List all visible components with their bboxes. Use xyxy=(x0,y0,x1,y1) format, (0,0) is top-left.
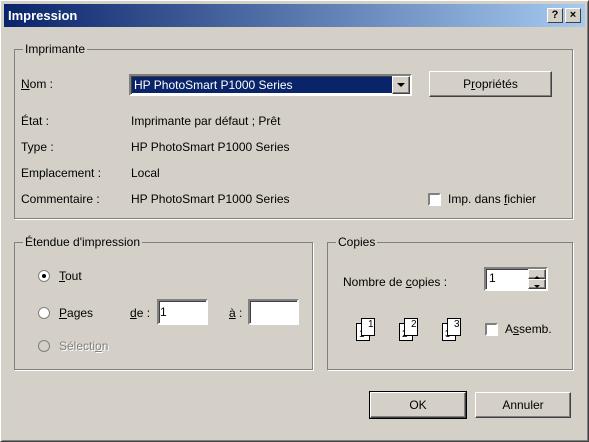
copy-count-spinner[interactable]: 1 xyxy=(484,267,548,291)
selection-radio xyxy=(38,340,50,352)
to-label: à : xyxy=(229,306,243,320)
printer-name-value: HP PhotoSmart P1000 Series xyxy=(132,77,392,93)
copy-count-value: 1 xyxy=(489,271,496,285)
to-page-input[interactable] xyxy=(248,299,299,325)
copies-group: Copies Nombre de copies : 1 1 1 2 2 3 3 … xyxy=(327,235,573,370)
collate-page-icon: 3 xyxy=(447,318,461,336)
close-button[interactable]: × xyxy=(565,8,581,23)
type-value: HP PhotoSmart P1000 Series xyxy=(131,140,290,154)
print-dialog: Impression ? × Imprimante Nom : HP Photo… xyxy=(0,0,589,442)
print-to-file-label[interactable]: Imp. dans fichier xyxy=(448,192,536,206)
collate-page-icon: 2 xyxy=(404,318,418,336)
print-range-group: Étendue d'impression Tout Pages de : 1 à… xyxy=(14,235,313,370)
print-range-label: Étendue d'impression xyxy=(23,235,143,249)
dropdown-button[interactable] xyxy=(392,76,410,94)
from-page-input[interactable]: 1 xyxy=(157,299,208,325)
collate-page-icon: 1 xyxy=(361,318,375,336)
arrow-down-icon xyxy=(534,285,540,288)
copy-count-label: Nombre de copies : xyxy=(343,275,448,289)
all-radio[interactable] xyxy=(38,270,50,282)
type-label: Type : xyxy=(21,140,54,154)
state-label: État : xyxy=(21,114,50,128)
collate-checkbox[interactable] xyxy=(485,323,498,336)
location-label: Emplacement : xyxy=(21,166,102,180)
comment-value: HP PhotoSmart P1000 Series xyxy=(131,192,290,206)
collate-label[interactable]: Assemb. xyxy=(505,322,552,336)
spin-up-button[interactable] xyxy=(528,269,546,279)
copies-label: Copies xyxy=(336,235,378,249)
printer-group-label: Imprimante xyxy=(23,42,88,56)
help-button[interactable]: ? xyxy=(547,8,563,23)
title-bar[interactable]: Impression ? × xyxy=(4,4,585,27)
location-value: Local xyxy=(131,166,160,180)
radio-selected-dot xyxy=(42,274,46,278)
from-label: de : xyxy=(130,306,151,320)
name-label: Nom : xyxy=(21,77,54,91)
properties-button[interactable]: Propriétés xyxy=(429,71,552,97)
chevron-down-icon xyxy=(397,83,405,87)
cancel-button[interactable]: Annuler xyxy=(475,392,571,418)
window-title: Impression xyxy=(8,8,78,23)
pages-label[interactable]: Pages xyxy=(59,306,93,320)
printer-group: Imprimante Nom : HP PhotoSmart P1000 Ser… xyxy=(14,42,573,219)
selection-label: Sélection xyxy=(59,339,109,353)
pages-radio[interactable] xyxy=(38,307,50,319)
spin-down-button[interactable] xyxy=(528,279,546,289)
printer-name-select[interactable]: HP PhotoSmart P1000 Series xyxy=(129,74,412,96)
ok-button[interactable]: OK xyxy=(369,391,467,419)
state-value: Imprimante par défaut ; Prêt xyxy=(131,114,281,128)
comment-label: Commentaire : xyxy=(21,192,100,206)
all-label[interactable]: Tout xyxy=(59,269,82,283)
print-to-file-checkbox[interactable] xyxy=(428,193,441,206)
